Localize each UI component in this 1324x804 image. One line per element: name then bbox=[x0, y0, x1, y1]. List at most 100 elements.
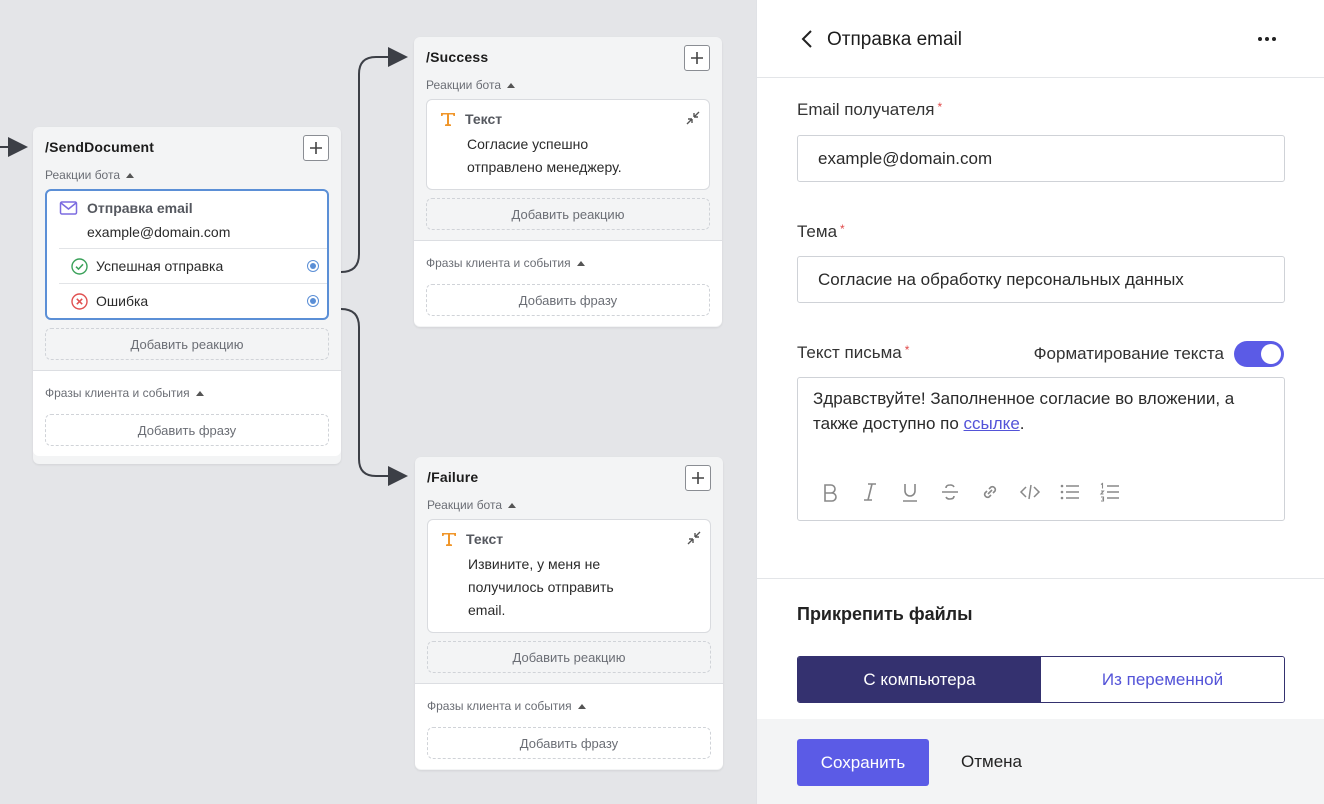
bullet-list-icon bbox=[1060, 484, 1079, 500]
email-settings-panel: Отправка email Email получателя* Тема* Т… bbox=[756, 0, 1324, 804]
bullet-list-button[interactable] bbox=[1058, 480, 1082, 504]
italic-icon bbox=[864, 483, 876, 501]
more-options-icon[interactable] bbox=[1254, 28, 1280, 50]
add-reaction-button[interactable]: Добавить реакцию bbox=[426, 198, 710, 230]
text-card-title: Текст bbox=[466, 531, 504, 547]
formatting-toggle-label: Форматирование текста bbox=[1033, 344, 1224, 363]
plus-icon bbox=[310, 142, 322, 154]
phrases-toggle[interactable]: Фразы клиента и события bbox=[33, 385, 341, 401]
formatting-toggle[interactable] bbox=[1234, 341, 1284, 367]
bold-button[interactable] bbox=[818, 480, 842, 504]
subject-label: Тема * bbox=[797, 222, 845, 241]
bot-reactions-toggle[interactable]: Реакции бота bbox=[414, 77, 722, 93]
failure-link bbox=[340, 308, 408, 486]
underline-button[interactable] bbox=[898, 480, 922, 504]
collapse-icon[interactable] bbox=[685, 110, 701, 126]
from-computer-tab[interactable]: С компьютера bbox=[798, 657, 1041, 702]
from-variable-tab[interactable]: Из переменной bbox=[1041, 657, 1284, 702]
required-mark: * bbox=[840, 222, 845, 236]
caret-up-icon bbox=[126, 172, 135, 178]
text-card-line: Согласие успешно bbox=[467, 136, 589, 152]
add-reaction-button[interactable]: Добавить реакцию bbox=[45, 328, 329, 360]
body-editor[interactable]: Здравствуйте! Заполненное согласие во вл… bbox=[797, 377, 1285, 521]
block-failure[interactable]: /Failure Реакции бота Текст Извините, у … bbox=[415, 457, 723, 770]
phrases-toggle[interactable]: Фразы клиента и события bbox=[415, 698, 723, 714]
error-connector-dot[interactable] bbox=[307, 295, 319, 307]
check-circle-icon bbox=[71, 257, 88, 275]
success-outcome-label: Успешная отправка bbox=[96, 258, 224, 274]
bot-reactions-toggle[interactable]: Реакции бота bbox=[415, 497, 723, 513]
formatting-toolbar bbox=[818, 480, 1122, 504]
code-button[interactable] bbox=[1018, 480, 1042, 504]
recipient-label: Email получателя * bbox=[797, 100, 943, 119]
bot-reactions-toggle[interactable]: Реакции бота bbox=[33, 167, 341, 183]
success-link bbox=[340, 47, 408, 273]
text-reaction-card[interactable]: Текст Согласие успешно отправлено менедж… bbox=[426, 99, 710, 190]
strikethrough-icon bbox=[942, 484, 958, 500]
block-title: /Failure bbox=[427, 469, 479, 485]
text-card-line: отправлено менеджеру. bbox=[467, 159, 622, 175]
add-reaction-button[interactable]: Добавить реакцию bbox=[427, 641, 711, 673]
caret-up-icon bbox=[577, 703, 586, 709]
phrases-toggle[interactable]: Фразы клиента и события bbox=[414, 255, 722, 271]
italic-button[interactable] bbox=[858, 480, 882, 504]
caret-up-icon bbox=[195, 390, 204, 396]
text-reaction-card[interactable]: Текст Извините, у меня не получилось отп… bbox=[427, 519, 711, 633]
numbered-list-icon bbox=[1099, 482, 1119, 502]
body-link[interactable]: ссылке bbox=[964, 414, 1020, 433]
caret-up-icon bbox=[576, 260, 585, 266]
add-phrase-button[interactable]: Добавить фразу bbox=[45, 414, 329, 446]
add-phrase-button[interactable]: Добавить фразу bbox=[427, 727, 711, 759]
text-card-title: Текст bbox=[465, 111, 503, 127]
panel-header: Отправка email bbox=[757, 0, 1324, 78]
numbered-list-button[interactable] bbox=[1098, 480, 1122, 504]
plus-icon bbox=[692, 472, 704, 484]
caret-up-icon bbox=[507, 82, 516, 88]
panel-title: Отправка email bbox=[827, 29, 962, 50]
text-type-icon bbox=[442, 533, 456, 546]
text-type-icon bbox=[441, 113, 455, 126]
underline-icon bbox=[903, 484, 917, 502]
panel-footer: Сохранить Отмена bbox=[757, 719, 1324, 804]
cancel-button[interactable]: Отмена bbox=[961, 752, 1022, 772]
bold-icon bbox=[824, 484, 837, 502]
attach-files-title: Прикрепить файлы bbox=[797, 604, 973, 624]
section-divider bbox=[757, 578, 1324, 579]
success-connector-dot[interactable] bbox=[307, 260, 319, 272]
add-to-block-button[interactable] bbox=[303, 135, 329, 161]
save-button[interactable]: Сохранить bbox=[797, 739, 929, 786]
link-button[interactable] bbox=[978, 480, 1002, 504]
block-success[interactable]: /Success Реакции бота Текст Согласие усп… bbox=[414, 37, 722, 327]
caret-up-icon bbox=[508, 502, 517, 508]
required-mark: * bbox=[937, 100, 943, 114]
email-card-address: example@domain.com bbox=[87, 224, 231, 240]
flow-canvas[interactable]: /SendDocument Реакции бота Отправка emai… bbox=[0, 0, 756, 804]
plus-icon bbox=[691, 52, 703, 64]
attach-source-selector: С компьютера Из переменной bbox=[797, 656, 1285, 703]
error-outcome-label: Ошибка bbox=[96, 293, 149, 309]
add-to-block-button[interactable] bbox=[684, 45, 710, 71]
text-card-line: получилось отправить bbox=[468, 579, 614, 595]
strikethrough-button[interactable] bbox=[938, 480, 962, 504]
success-outcome-row[interactable]: Успешная отправка bbox=[59, 248, 327, 283]
body-label: Текст письма * bbox=[797, 343, 910, 362]
mail-icon bbox=[59, 201, 78, 215]
text-card-line: email. bbox=[468, 602, 506, 618]
block-send-document[interactable]: /SendDocument Реакции бота Отправка emai… bbox=[33, 127, 341, 464]
error-outcome-row[interactable]: Ошибка bbox=[59, 283, 327, 318]
add-phrase-button[interactable]: Добавить фразу bbox=[426, 284, 710, 316]
back-arrow-icon[interactable] bbox=[797, 27, 817, 51]
link-icon bbox=[983, 485, 997, 499]
block-title: /SendDocument bbox=[45, 139, 155, 155]
block-title: /Success bbox=[426, 49, 489, 65]
text-card-line: Извините, у меня не bbox=[468, 556, 601, 572]
required-mark: * bbox=[904, 343, 910, 357]
code-icon bbox=[1019, 484, 1041, 500]
email-card-title: Отправка email bbox=[87, 200, 193, 216]
email-reaction-card[interactable]: Отправка email example@domain.com Успешн… bbox=[45, 189, 329, 320]
subject-input[interactable] bbox=[797, 256, 1285, 303]
recipient-email-input[interactable] bbox=[797, 135, 1285, 182]
add-to-block-button[interactable] bbox=[685, 465, 711, 491]
collapse-icon[interactable] bbox=[686, 530, 702, 546]
error-circle-icon bbox=[71, 292, 88, 310]
